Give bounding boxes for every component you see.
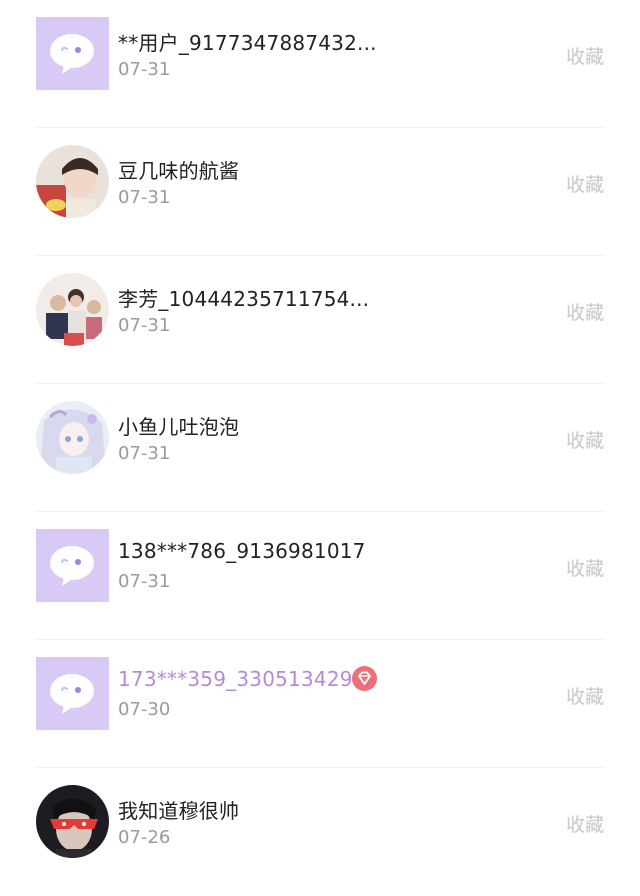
default-chat-avatar[interactable] [36, 657, 109, 730]
list-item[interactable]: 豆几味的航酱 07-31 收藏 [0, 128, 640, 256]
user-name[interactable]: 138***786_9136981017 [118, 539, 366, 563]
follow-date: 07-26 [118, 827, 171, 848]
follow-date: 07-30 [118, 699, 171, 720]
favorite-button[interactable]: 收藏 [566, 298, 604, 325]
masked-person-icon [36, 785, 109, 858]
follow-date: 07-31 [118, 443, 171, 464]
default-chat-avatar[interactable] [36, 529, 109, 602]
list-item[interactable]: 李芳_10444235711754... 07-31 收藏 [0, 256, 640, 384]
follow-date: 07-31 [118, 59, 171, 80]
chat-bubble-icon [50, 34, 94, 74]
list-item[interactable]: 小鱼儿吐泡泡 07-31 收藏 [0, 384, 640, 512]
user-name[interactable]: 豆几味的航酱 [118, 155, 239, 184]
list-item[interactable]: **用户_9177347887432... 07-31 收藏 [0, 0, 640, 128]
chat-bubble-icon [50, 546, 94, 586]
list-item[interactable]: 173***359_3305134292 07-30 收藏 [0, 640, 640, 768]
group-photo-avatar[interactable] [36, 273, 109, 346]
follow-date: 07-31 [118, 571, 171, 592]
list-item[interactable]: 我知道穆很帅 07-26 收藏 [0, 768, 640, 896]
follow-date: 07-31 [118, 315, 171, 336]
group-photo-icon [36, 273, 109, 346]
user-name[interactable]: 173***359_3305134292 [118, 667, 366, 691]
favorite-button[interactable]: 收藏 [566, 42, 604, 69]
red-mask-avatar[interactable] [36, 785, 109, 858]
user-name[interactable]: 李芳_10444235711754... [118, 283, 369, 312]
user-name[interactable]: **用户_9177347887432... [118, 27, 377, 56]
favorite-button[interactable]: 收藏 [566, 682, 604, 709]
vip-diamond-icon [352, 666, 377, 691]
follow-date: 07-31 [118, 187, 171, 208]
anime-avatar[interactable] [36, 401, 109, 474]
list-item[interactable]: 138***786_9136981017 07-31 收藏 [0, 512, 640, 640]
user-name[interactable]: 我知道穆很帅 [118, 795, 239, 824]
photo-avatar[interactable] [36, 145, 109, 218]
person-photo-icon [36, 145, 109, 218]
favorite-button[interactable]: 收藏 [566, 170, 604, 197]
default-chat-avatar[interactable] [36, 17, 109, 90]
user-name[interactable]: 小鱼儿吐泡泡 [118, 411, 239, 440]
favorite-button[interactable]: 收藏 [566, 426, 604, 453]
anime-girl-icon [36, 401, 109, 474]
favorite-button[interactable]: 收藏 [566, 810, 604, 837]
favorite-button[interactable]: 收藏 [566, 554, 604, 581]
chat-bubble-icon [50, 674, 94, 714]
